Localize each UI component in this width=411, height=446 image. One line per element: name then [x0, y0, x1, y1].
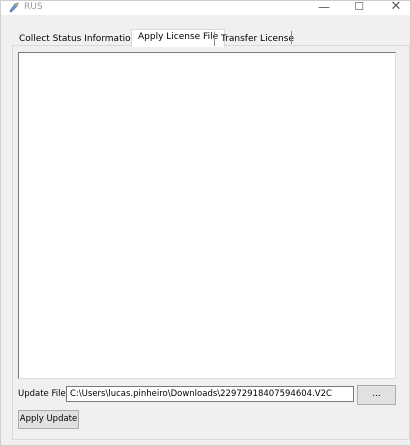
window-title: RUS	[24, 2, 43, 12]
tab-divider	[291, 31, 292, 44]
tab-label: Apply License File	[138, 32, 219, 42]
apply-update-button[interactable]: Apply Update	[18, 410, 79, 429]
rus-app-icon	[9, 2, 19, 13]
update-file-label: Update File	[18, 389, 66, 399]
maximize-button[interactable]: ☐	[349, 0, 369, 14]
tab-apply-license-file[interactable]: Apply License File	[131, 29, 226, 47]
update-file-input[interactable]: C:\Users\lucas.pinheiro\Downloads\229729…	[66, 386, 354, 402]
tab-collect-status-information[interactable]: Collect Status Information	[12, 31, 143, 46]
tab-label: Collect Status Information	[19, 34, 137, 44]
app-window: RUS — ☐ ✕ Collect Status Information App…	[0, 0, 411, 446]
tab-label: Transfer License	[221, 34, 294, 44]
close-button[interactable]: ✕	[386, 0, 406, 14]
minimize-button[interactable]: —	[314, 0, 334, 14]
license-content-area[interactable]	[18, 52, 396, 379]
title-bar: RUS — ☐ ✕	[1, 0, 410, 15]
tab-transfer-license[interactable]: Transfer License	[214, 31, 301, 46]
browse-button[interactable]: ...	[357, 385, 396, 405]
